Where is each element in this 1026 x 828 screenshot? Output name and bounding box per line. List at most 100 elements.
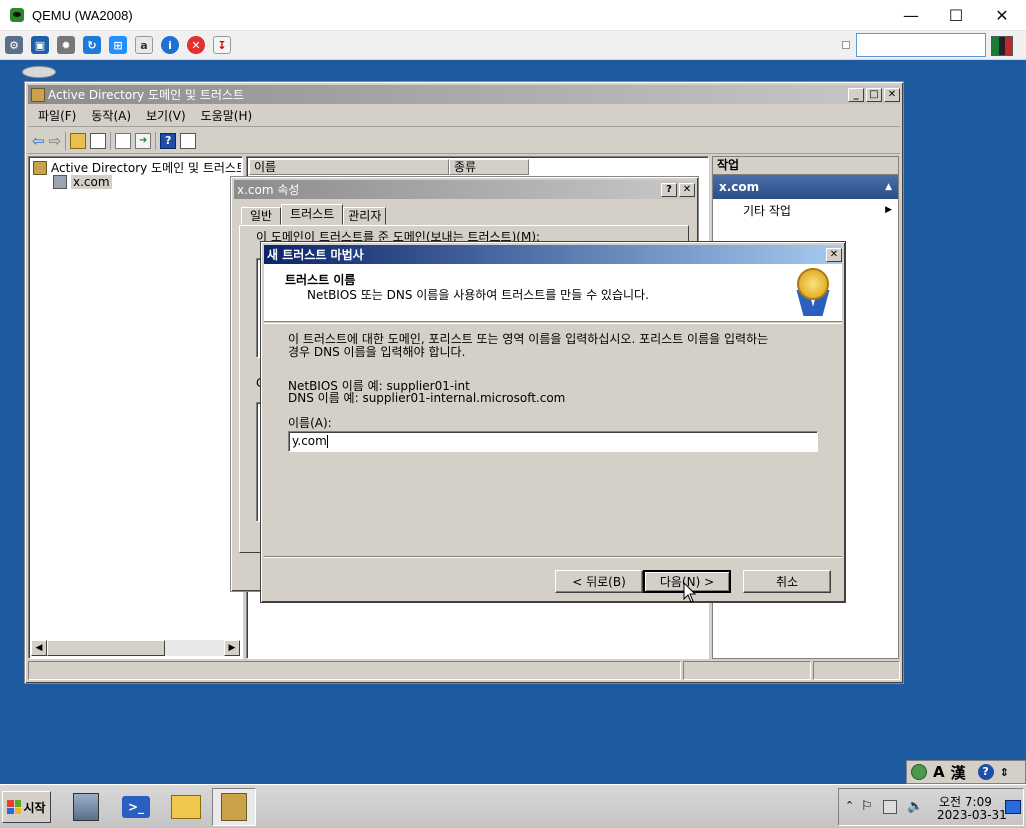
wizard-title: 새 트러스트 마법사 (267, 248, 364, 262)
export-list-icon[interactable]: ➜ (135, 133, 152, 149)
action-pane-icon[interactable] (180, 133, 197, 149)
collapse-icon[interactable]: ▲ (885, 182, 892, 192)
ad-domains-trusts-taskbar-icon[interactable] (212, 788, 256, 826)
domain-icon (53, 175, 67, 189)
info-icon[interactable]: i (161, 36, 179, 54)
wizard-close-button[interactable]: ✕ (826, 247, 842, 262)
action-center-flag-icon[interactable]: ⚐ (861, 799, 873, 814)
show-hide-tree-icon[interactable] (90, 133, 107, 149)
ime-hanja-button[interactable]: 漢 (951, 762, 966, 783)
start-button[interactable]: 시작 (2, 791, 51, 823)
ad-maximize-button[interactable]: □ (866, 87, 882, 102)
mouse-pointer-icon (683, 582, 697, 603)
up-folder-icon[interactable] (70, 133, 87, 149)
scroll-right-arrow[interactable]: ▶ (224, 640, 240, 656)
column-header-type[interactable]: 종류 (449, 159, 529, 175)
ad-tree-icon (33, 160, 47, 175)
fullscreen-icon[interactable]: ▣ (31, 36, 49, 54)
show-desktop-icon[interactable] (1005, 800, 1021, 814)
explorer-taskbar-icon[interactable] (164, 788, 208, 826)
clock-date: 2023-03-31 (937, 808, 1007, 822)
ad-minimize-button[interactable]: _ (848, 87, 864, 102)
show-hidden-icons[interactable]: ⌃ (845, 799, 854, 812)
ime-options-icon[interactable]: ⇕ (1000, 766, 1009, 779)
ime-mode-button[interactable]: A (933, 763, 945, 781)
tab-general[interactable]: 일반 (241, 207, 282, 225)
tab-managed-by[interactable]: 관리자 (343, 207, 387, 225)
windows-key-icon[interactable]: ⊞ (109, 36, 127, 54)
eject-icon[interactable]: ↧ (213, 36, 231, 54)
cancel-button[interactable]: 취소 (743, 570, 831, 593)
submenu-arrow-icon: ▶ (885, 205, 892, 215)
actions-more-label: 기타 작업 (743, 203, 791, 218)
back-button[interactable]: < 뒤로(B) (555, 570, 643, 593)
wizard-button-separator (264, 556, 842, 558)
wizard-titlebar: 새 트러스트 마법사 ✕ (264, 245, 842, 264)
tree-pane: Active Directory 도메인 및 트러스트 x.com ◀ ▶ (28, 156, 243, 659)
ad-close-button[interactable]: ✕ (884, 87, 900, 102)
tree-hscrollbar[interactable]: ◀ ▶ (31, 640, 240, 656)
actions-domain-label: x.com (719, 180, 760, 194)
tree-domain-item[interactable]: x.com (53, 175, 112, 189)
recycle-bin-icon[interactable] (22, 66, 56, 78)
actions-domain-section[interactable]: x.com ▲ (713, 175, 898, 199)
column-header-name[interactable]: 이름 (249, 159, 449, 175)
actions-header: 작업 (713, 157, 898, 175)
wizard-subheading: NetBIOS 또는 DNS 이름을 사용하여 트러스트를 만들 수 있습니다. (307, 288, 649, 302)
menu-view[interactable]: 보기(V) (146, 107, 186, 124)
example-dns: DNS 이름 예: supplier01-internal.microsoft.… (288, 391, 566, 405)
volume-muted-icon[interactable]: 🔈 (907, 799, 923, 814)
ime-icon[interactable] (911, 764, 927, 780)
tree-root-item[interactable]: Active Directory 도메인 및 트러스트 (33, 159, 241, 176)
host-minimize-button[interactable]: — (888, 0, 934, 31)
host-search-input[interactable] (856, 33, 986, 57)
ime-help-icon[interactable]: ? (977, 764, 994, 780)
network-icon[interactable]: ⚙ (5, 36, 23, 54)
properties-titlebar: x.com 속성 ? ✕ (234, 180, 695, 199)
host-close-button[interactable]: ✕ (979, 0, 1025, 31)
status-bar (28, 661, 900, 680)
back-arrow-icon[interactable]: ⇦ (32, 132, 45, 150)
menu-file[interactable]: 파일(F) (38, 107, 76, 124)
powershell-taskbar-icon[interactable]: >_ (114, 788, 158, 826)
help-icon[interactable]: ? (160, 133, 177, 149)
ad-menubar: 파일(F) 동작(A) 보기(V) 도움말(H) (28, 105, 900, 127)
ad-window-title: Active Directory 도메인 및 트러스트 (48, 88, 245, 102)
certificate-medal-icon (794, 268, 834, 318)
system-tray: ⌃ ⚐ 🔈 오전 7:09 2023-03-31 (838, 788, 1024, 826)
scroll-left-arrow[interactable]: ◀ (31, 640, 47, 656)
properties-help-button[interactable]: ? (661, 182, 677, 197)
host-toggle-box[interactable] (842, 41, 850, 49)
new-trust-wizard: 새 트러스트 마법사 ✕ 트러스트 이름 NetBIOS 또는 DNS 이름을 … (260, 241, 846, 603)
host-flag-icon[interactable] (991, 36, 1013, 56)
server-manager-taskbar-icon[interactable] (64, 788, 108, 826)
windows-logo-icon (7, 800, 22, 814)
text-cursor (326, 435, 328, 448)
refresh-icon[interactable]: ↻ (83, 36, 101, 54)
properties-title: x.com 속성 (237, 183, 300, 197)
scroll-thumb[interactable] (47, 640, 165, 656)
actions-more-item[interactable]: 기타 작업 ▶ (713, 199, 898, 221)
host-maximize-button[interactable]: ☐ (933, 0, 979, 31)
power-off-icon[interactable]: ✕ (187, 36, 205, 54)
menu-help[interactable]: 도움말(H) (201, 107, 253, 124)
ad-app-icon (31, 87, 45, 102)
wizard-instructions: 이 트러스트에 대한 도메인, 포리스트 또는 영역 이름을 입력하십시오. 포… (288, 333, 768, 359)
instruction-line-2: 경우 DNS 이름을 입력해야 합니다. (288, 345, 466, 359)
tab-trusts[interactable]: 트러스트 (281, 204, 344, 225)
trust-name-value: y.com (292, 434, 327, 448)
taskbar: 시작 >_ ⌃ ⚐ 🔈 오전 7:09 2023-03-31 (0, 784, 1026, 828)
tree-root-label: Active Directory 도메인 및 트러스트 (51, 161, 241, 175)
keyboard-icon[interactable]: a (135, 36, 153, 54)
trust-name-input[interactable]: y.com (288, 431, 818, 452)
name-field-label: 이름(A): (288, 416, 332, 430)
wizard-header: 트러스트 이름 NetBIOS 또는 DNS 이름을 사용하여 트러스트를 만들… (264, 264, 842, 322)
host-window-title: QEMU (WA2008) (32, 7, 133, 23)
menu-action[interactable]: 동작(A) (91, 107, 131, 124)
network-tray-icon[interactable] (883, 800, 897, 814)
ad-toolbar: ⇦ ⇨ ➜ ? (28, 129, 900, 154)
properties-icon[interactable] (115, 133, 132, 149)
forward-arrow-icon[interactable]: ⇨ (49, 132, 62, 150)
settings-gear-icon[interactable]: ✹ (57, 36, 75, 54)
properties-close-button[interactable]: ✕ (679, 182, 695, 197)
